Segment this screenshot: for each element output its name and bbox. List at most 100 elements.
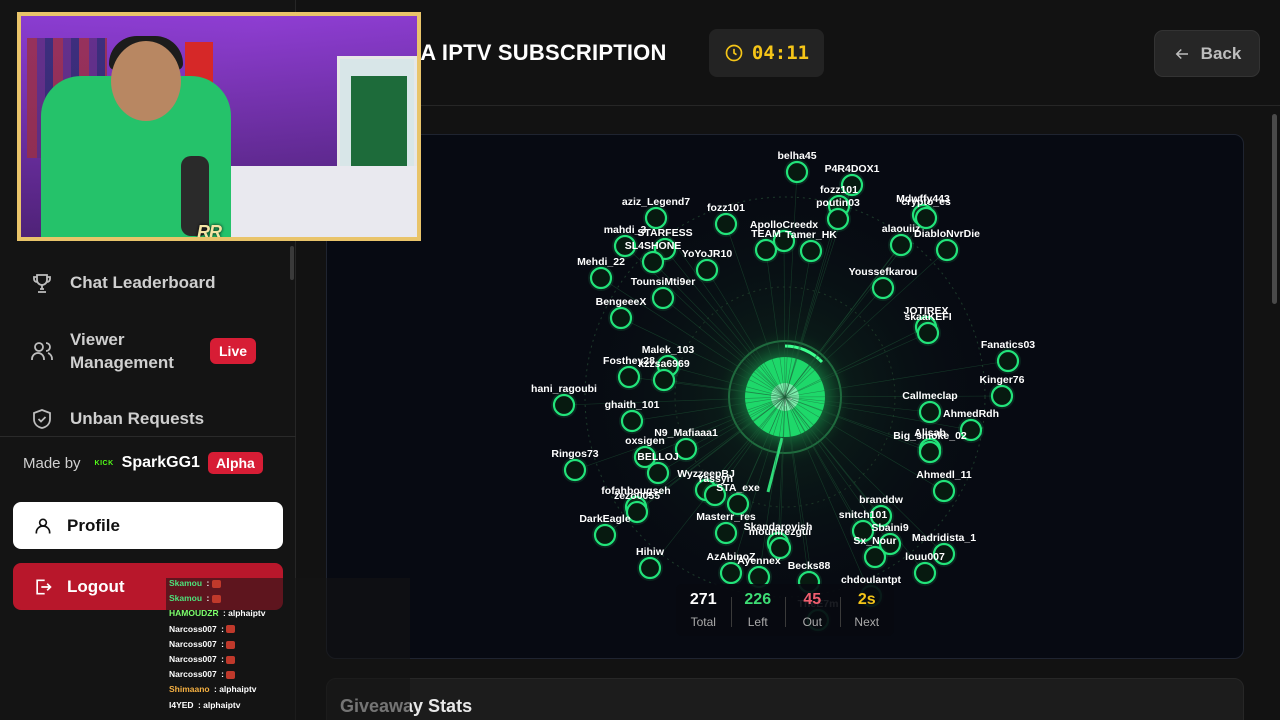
- participant-node-label: aziz_Legend7: [622, 196, 690, 208]
- chat-username: HAMOUDZR: [169, 608, 219, 619]
- participant-node-ring: [913, 561, 937, 585]
- participant-node-label: Fanatics03: [981, 339, 1035, 351]
- participant-node-label: TEAM: [751, 228, 781, 240]
- participant-node-label: Ringos73: [551, 448, 598, 460]
- participant-node-ring: [935, 238, 959, 262]
- participant-node-ring: [714, 212, 738, 236]
- stat-next: 2s Next: [839, 591, 895, 629]
- participant-node-label: Ahmedl_11: [916, 469, 972, 481]
- emote-icon: [211, 594, 221, 603]
- chat-separator: :: [218, 638, 227, 649]
- participant-node-ring: [589, 266, 613, 290]
- emote-icon: [211, 579, 221, 588]
- chat-username: Narcoss007: [169, 638, 217, 649]
- participant-node-label: Mehdi_22: [577, 256, 625, 268]
- participant-node-label: Callmeclap: [902, 390, 957, 402]
- participant-node-ring: [889, 233, 913, 257]
- participant-node-label: fozz101: [820, 184, 858, 196]
- participant-node-ring: [552, 393, 576, 417]
- streamer-logo: RR: [197, 222, 222, 241]
- participant-node-label: Tamer_HK: [785, 229, 837, 241]
- stat-out-label: Out: [802, 615, 822, 629]
- participant-node-ring: [651, 286, 675, 310]
- chat-username: Skamou: [169, 578, 203, 588]
- participant-node-label: TounsiMti9er: [631, 276, 696, 288]
- participant-node-label: kzzsa6969: [638, 358, 690, 370]
- participant-node-label: BengeeeX: [596, 296, 647, 308]
- chat-separator: :: [204, 578, 212, 588]
- chat-username: Narcoss007: [169, 623, 217, 634]
- chat-username: Narcoss007: [169, 654, 217, 664]
- chat-message: HAMOUDZR : alphaiptv: [169, 608, 265, 618]
- participant-node-label: poutin03: [816, 197, 860, 209]
- participant-node-ring: [646, 461, 670, 485]
- participant-node-label: DiabloNvrDie: [914, 228, 980, 240]
- chat-overlay: Skamou : Skamou : HAMOUDZR : alphaiptv Na…: [166, 578, 410, 720]
- chat-separator: :: [220, 608, 229, 619]
- stat-left: 226 Left: [730, 591, 786, 629]
- participant-node-label: Hihiw: [636, 546, 665, 558]
- chat-separator: :: [195, 699, 204, 710]
- stat-next-value: 2s: [857, 591, 876, 608]
- stat-left-label: Left: [747, 615, 768, 629]
- stat-total-value: 271: [689, 591, 717, 608]
- participant-node-label: Sx_Nour: [853, 535, 896, 547]
- participant-node-label: STA_exe: [716, 482, 760, 494]
- participant-node-label: BELLOJ: [637, 451, 679, 463]
- participant-node-ring: [638, 556, 662, 580]
- participant-node-ring: [990, 384, 1014, 408]
- participant-node-label: Sbaini9: [871, 522, 909, 534]
- participant-node-label: crypto_es: [901, 196, 951, 208]
- chat-username: Shimaano: [169, 684, 210, 695]
- emote-icon: [226, 670, 236, 679]
- participant-node-label: hani_ragoubi: [531, 383, 597, 395]
- stats-bar: 271 Total 226 Left 45 Out 2s Next: [676, 584, 894, 636]
- participant-node-label: YoYoJR10: [682, 248, 733, 260]
- chat-message: Narcoss007 :: [169, 638, 236, 649]
- participant-node-ring: [799, 239, 823, 263]
- participant-node-label: louu007: [905, 551, 945, 563]
- chat-text: alphaiptv: [203, 699, 241, 710]
- chat-username: I4YED: [169, 699, 194, 710]
- stat-total: 271 Total: [676, 591, 731, 629]
- stat-out-value: 45: [803, 591, 822, 608]
- participant-node-ring: [714, 521, 738, 545]
- chat-username: Narcoss007: [169, 669, 217, 680]
- participant-node-ring: [785, 160, 809, 184]
- participant-node-label: P4R4DOX1: [825, 163, 880, 175]
- emote-icon: [226, 655, 236, 664]
- participant-node-ring: [644, 206, 668, 230]
- participant-node-ring: [652, 368, 676, 392]
- participant-node-label: snitch101: [839, 509, 888, 521]
- participant-node-ring: [674, 437, 698, 461]
- stat-out: 45 Out: [785, 591, 840, 629]
- participant-node-label: Madridista_1: [912, 532, 976, 544]
- participant-node-label: STARFESS: [637, 227, 692, 239]
- participant-node-ring: [593, 523, 617, 547]
- chat-message: Shimaano : alphaiptv: [169, 684, 257, 694]
- participant-node-ring: [918, 400, 942, 424]
- participant-node-ring: [617, 365, 641, 389]
- participant-node-ring: [826, 207, 850, 231]
- participant-node-label: mounirezgui: [749, 526, 811, 538]
- participant-node-label: Youssefkarou: [849, 266, 918, 278]
- stat-total-label: Total: [690, 615, 716, 629]
- participant-node-label: ghaith_101: [605, 399, 660, 411]
- app-root: Chat Leaderboard Viewer Management Live …: [0, 0, 1280, 720]
- chat-text: alphaiptv: [219, 684, 257, 695]
- participant-node-ring: [641, 250, 665, 274]
- chat-message: I4YED : alphaiptv: [169, 700, 240, 710]
- participant-node-ring: [871, 276, 895, 300]
- participant-node-ring: [609, 306, 633, 330]
- chat-separator: :: [218, 623, 227, 634]
- chat-separator: :: [218, 654, 227, 664]
- emote-icon: [226, 625, 236, 634]
- chat-message: Narcoss007 :: [169, 654, 236, 664]
- participant-node-ring: [932, 479, 956, 503]
- participant-node-label: zezo0055: [614, 490, 660, 502]
- participant-node-label: fozz101: [707, 202, 745, 214]
- participant-node-label: skaaKEFI: [904, 311, 951, 323]
- chat-message: Narcoss007 :: [169, 669, 236, 680]
- participant-node-label: AhmedRdh: [943, 408, 999, 420]
- participant-node-ring: [863, 545, 887, 569]
